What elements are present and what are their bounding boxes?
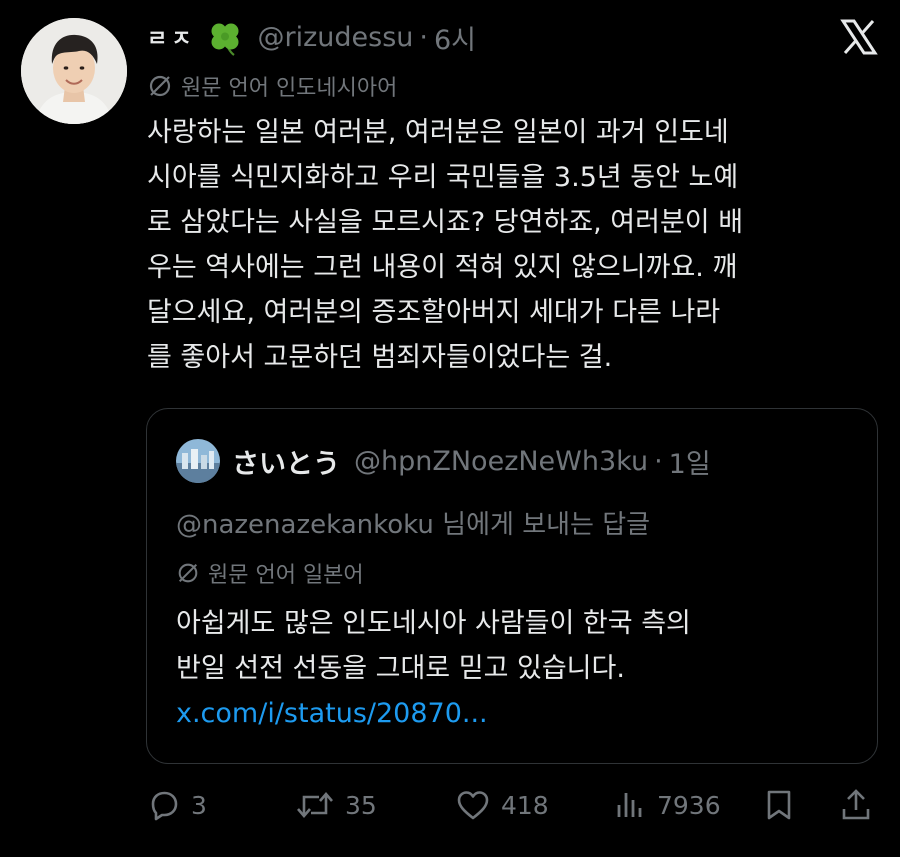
reply-button[interactable]: 3	[147, 782, 207, 828]
quoted-tweet-header: さいとう @hpnZNoezNeWh3ku · 1일	[176, 439, 711, 483]
separator-dot: ·	[419, 21, 428, 53]
quoted-handle[interactable]: @hpnZNoezNeWh3ku	[354, 446, 648, 477]
retweet-icon	[297, 792, 333, 818]
tweet-text-line: 우는 역사에는 그런 내용이 적혀 있지 않으니까요. 깨	[147, 252, 738, 283]
handle[interactable]: @rizudessu	[257, 22, 413, 53]
avatar-image	[21, 18, 127, 124]
like-count: 418	[501, 790, 549, 820]
tweet-text-line: 달으세요, 여러분의 증조할아버지 세대가 다른 나라	[147, 297, 721, 328]
reply-icon	[151, 791, 178, 821]
replying-to-label: @nazenazekankoku 님에게 보내는 답글	[176, 504, 650, 541]
tweet-text: 사랑하는 일본 여러분, 여러분은 일본이 과거 인도네 시아를 식민지화하고 …	[147, 110, 887, 380]
heart-icon	[457, 791, 489, 820]
timestamp[interactable]: 6시	[434, 18, 476, 57]
quoted-status-link[interactable]: x.com/i/status/20870...	[176, 691, 856, 736]
views-button[interactable]: 7936	[613, 782, 721, 828]
like-button[interactable]: 418	[455, 782, 549, 828]
view-count: 7936	[657, 790, 721, 820]
retweet-button[interactable]: 35	[295, 782, 377, 828]
tweet-header: ㄹㅈ @rizudessu · 6시	[147, 14, 476, 60]
quoted-text-line: 아쉽게도 많은 인도네시아 사람들이 한국 측의	[176, 608, 691, 639]
display-name[interactable]: ㄹㅈ	[147, 21, 195, 53]
retweet-count: 35	[345, 790, 377, 820]
tweet-text-line: 로 삼았다는 사실을 모르시죠? 당연하죠, 여러분이 배	[147, 207, 744, 238]
share-icon	[842, 789, 870, 820]
quoted-timestamp[interactable]: 1일	[669, 442, 711, 481]
reply-suffix: 님에게 보내는 답글	[433, 510, 651, 540]
quoted-tweet[interactable]: さいとう @hpnZNoezNeWh3ku · 1일 @nazenazekank…	[146, 408, 878, 764]
quoted-tweet-text: 아쉽게도 많은 인도네시아 사람들이 한국 측의 반일 선전 선동을 그대로 믿…	[176, 601, 856, 736]
bookmark-button[interactable]	[764, 782, 804, 828]
quoted-translated-from-label[interactable]: 원문 언어 일본어	[176, 557, 364, 589]
tweet[interactable]: ㄹㅈ @rizudessu · 6시 원문 언어 인도네시아어 사랑하는 일본 …	[0, 0, 900, 857]
reply-mention[interactable]: @nazenazekankoku	[176, 510, 434, 540]
translate-icon	[149, 75, 171, 97]
separator-dot: ·	[654, 445, 663, 477]
tweet-text-line: 를 좋아서 고문하던 범죄자들이었다는 걸.	[147, 342, 613, 373]
avatar[interactable]	[21, 18, 127, 124]
quoted-display-name[interactable]: さいとう	[232, 442, 340, 481]
four-leaf-clover-icon	[205, 17, 245, 57]
bar-chart-icon	[617, 793, 642, 817]
tweet-text-line: 사랑하는 일본 여러분, 여러분은 일본이 과거 인도네	[147, 117, 729, 148]
x-logo-icon[interactable]	[840, 18, 878, 56]
quoted-translated-from-text: 원문 언어 일본어	[208, 563, 364, 588]
translated-from-label[interactable]: 원문 언어 인도네시아어	[147, 70, 397, 102]
share-button[interactable]	[840, 782, 882, 828]
tweet-text-line: 시아를 식민지화하고 우리 국민들을 3.5년 동안 노예	[147, 162, 739, 193]
translated-from-text: 원문 언어 인도네시아어	[181, 76, 398, 101]
quoted-avatar[interactable]	[176, 439, 220, 483]
translate-icon	[178, 563, 198, 583]
quoted-text-line: 반일 선전 선동을 그대로 믿고 있습니다.	[176, 653, 625, 684]
bookmark-icon	[767, 790, 791, 820]
reply-count: 3	[191, 790, 207, 820]
tweet-actions: 3 35 418 7936	[147, 782, 877, 828]
